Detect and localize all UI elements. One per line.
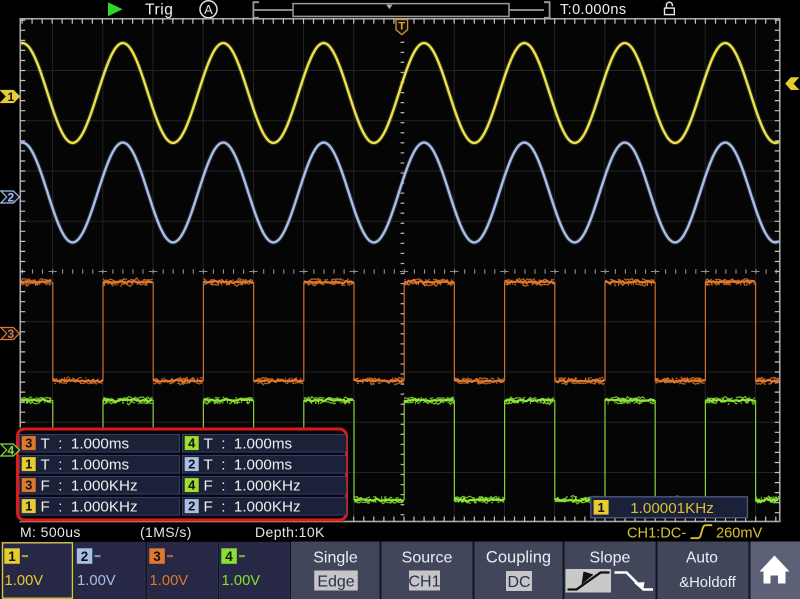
svg-text:2: 2 (188, 499, 195, 514)
svg-text:T:0.000ns: T:0.000ns (560, 2, 626, 18)
svg-text:1: 1 (7, 90, 14, 104)
svg-text:1.00V: 1.00V (5, 573, 44, 589)
svg-text:4: 4 (225, 549, 233, 564)
svg-text:1: 1 (25, 499, 32, 514)
svg-text:260mV: 260mV (716, 526, 763, 542)
svg-text:M: 500us: M: 500us (20, 524, 81, 540)
svg-text:T : 1.000ms: T : 1.000ms (41, 436, 130, 453)
svg-text:T : 1.000ms: T : 1.000ms (41, 457, 130, 474)
svg-text:1: 1 (597, 500, 604, 515)
svg-text:CH1:DC-: CH1:DC- (627, 526, 686, 542)
svg-text:Single: Single (313, 550, 358, 567)
svg-text:3: 3 (7, 327, 14, 341)
svg-text:1: 1 (8, 549, 16, 564)
svg-text:Slope: Slope (590, 550, 631, 567)
svg-text:F : 1.000KHz: F : 1.000KHz (204, 499, 301, 516)
svg-text:1.00001KHz: 1.00001KHz (630, 500, 714, 517)
svg-text:Source: Source (402, 550, 453, 567)
svg-text:&Holdoff: &Holdoff (679, 575, 736, 591)
svg-text:F : 1.000KHz: F : 1.000KHz (41, 478, 138, 495)
svg-text:F : 1.000KHz: F : 1.000KHz (41, 499, 138, 516)
svg-text:T : 1.000ms: T : 1.000ms (204, 457, 293, 474)
svg-text:3: 3 (25, 478, 32, 493)
svg-text:Auto: Auto (686, 550, 718, 567)
svg-text:Depth:10K: Depth:10K (255, 524, 325, 540)
svg-text:A: A (204, 2, 213, 17)
svg-text:1.00V: 1.00V (150, 573, 189, 589)
svg-text:2: 2 (7, 190, 14, 204)
svg-text:CH1: CH1 (408, 573, 440, 590)
svg-text:T: T (398, 20, 405, 32)
svg-text:2: 2 (81, 549, 89, 564)
svg-text:Trig: Trig (145, 1, 174, 18)
svg-text:2: 2 (188, 457, 195, 472)
svg-text:3: 3 (25, 436, 32, 451)
svg-text:T : 1.000ms: T : 1.000ms (204, 436, 293, 453)
svg-text:4: 4 (188, 436, 196, 451)
svg-text:Edge: Edge (317, 573, 354, 590)
svg-text:F : 1.000KHz: F : 1.000KHz (204, 478, 301, 495)
svg-text:4: 4 (188, 478, 196, 493)
svg-text:4: 4 (7, 443, 14, 457)
svg-text:1.00V: 1.00V (77, 573, 116, 589)
svg-text:3: 3 (153, 549, 161, 564)
svg-text:1.00V: 1.00V (222, 573, 261, 589)
svg-text:(1MS/s): (1MS/s) (140, 524, 192, 540)
svg-text:Coupling: Coupling (486, 549, 551, 567)
svg-text:DC: DC (507, 574, 530, 591)
svg-text:1: 1 (25, 457, 32, 472)
